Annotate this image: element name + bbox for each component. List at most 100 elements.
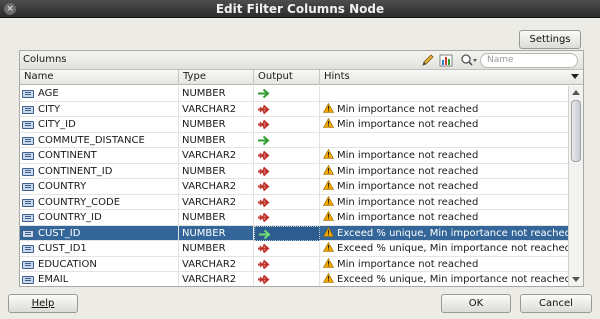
column-icon	[22, 167, 34, 176]
column-icon	[22, 245, 34, 253]
ignore-arrow-icon[interactable]	[257, 150, 271, 161]
table-row[interactable]: COMMUTE_DISTANCE NUMBER	[20, 132, 568, 148]
edit-filter-columns-dialog: × Edit Filter Columns Node Settings Colu…	[0, 0, 600, 319]
column-header-hints[interactable]: Hints	[320, 70, 568, 85]
table-row[interactable]: CUST_ID NUMBER Exceed % unique, Min import…	[20, 225, 568, 241]
cell-type: NUMBER	[179, 225, 254, 241]
cell-output[interactable]	[254, 210, 320, 225]
column-icon	[22, 121, 34, 129]
ok-button[interactable]: OK	[441, 294, 511, 313]
ignore-arrow-icon[interactable]	[257, 181, 271, 192]
cell-output[interactable]	[254, 272, 320, 286]
cell-column-name: CITY	[20, 101, 179, 117]
cell-column-name: COMMUTE_DISTANCE	[20, 132, 179, 148]
statistics-icon[interactable]	[438, 53, 454, 68]
columns-panel: Columns Name Name Type Output Hints AGE …	[19, 50, 584, 287]
settings-button[interactable]: Settings	[519, 30, 581, 49]
cell-hint: Min importance not reached	[320, 117, 568, 132]
table-row[interactable]: EMAIL VARCHAR2 Exceed % unique, Min import…	[20, 272, 568, 286]
cell-column-name: EMAIL	[20, 272, 179, 286]
warning-icon	[323, 211, 334, 221]
column-name-text: COUNTRY	[38, 181, 87, 192]
cell-output[interactable]	[254, 241, 320, 256]
hint-text: Min importance not reached	[337, 119, 479, 130]
table-row[interactable]: CITY VARCHAR2 Min importance not reached	[20, 101, 568, 117]
warning-icon	[323, 257, 334, 268]
hint-text: Exceed % unique, Min importance not reac…	[337, 274, 568, 285]
cell-type: VARCHAR2	[179, 194, 254, 210]
column-icon	[22, 214, 34, 222]
cell-output[interactable]	[254, 148, 320, 163]
hint-text: Exceed % unique, Min importance not reac…	[337, 227, 568, 239]
cell-output[interactable]	[254, 225, 320, 241]
cell-type: VARCHAR2	[179, 148, 254, 163]
cell-hint: Min importance not reached	[320, 164, 568, 179]
cell-output[interactable]	[254, 256, 320, 272]
table-row[interactable]: CITY_ID NUMBER Min importance not reached	[20, 117, 568, 133]
ignore-arrow-icon[interactable]	[257, 274, 271, 285]
ignore-arrow-icon[interactable]	[257, 259, 271, 270]
cell-output[interactable]	[254, 101, 320, 117]
table-row[interactable]: EDUCATION VARCHAR2 Min importance not reac…	[20, 256, 568, 272]
cell-output[interactable]	[254, 194, 320, 210]
cell-hint: Exceed % unique, Min importance not reac…	[320, 226, 568, 241]
warning-icon	[323, 149, 334, 159]
cell-hint: Min importance not reached	[320, 102, 568, 117]
cell-type: NUMBER	[179, 241, 254, 256]
columns-table-body: AGE NUMBER CITY VARCHAR2 Min importance not …	[20, 86, 568, 286]
cell-column-name: CONTINENT_ID	[20, 163, 179, 179]
column-icon	[22, 90, 34, 98]
cell-output[interactable]	[254, 163, 320, 179]
table-row[interactable]: CONTINENT_ID NUMBER Min importance not rea…	[20, 163, 568, 179]
ignore-arrow-icon[interactable]	[257, 197, 271, 208]
warning-icon	[323, 164, 334, 175]
column-name-text: EMAIL	[38, 274, 69, 285]
cell-output[interactable]	[254, 179, 320, 194]
table-row[interactable]: COUNTRY VARCHAR2 Min importance not reache…	[20, 179, 568, 195]
pencil-icon[interactable]	[420, 53, 436, 68]
search-icon[interactable]	[459, 53, 479, 68]
warning-icon	[323, 242, 334, 252]
column-name-text: CONTINENT_ID	[38, 165, 113, 177]
hint-text: Min importance not reached	[337, 165, 479, 177]
table-row[interactable]: CUST_ID1 NUMBER Exceed % unique, Min impor…	[20, 241, 568, 257]
search-input[interactable]: Name	[480, 53, 578, 68]
cell-hint: Min importance not reached	[320, 195, 568, 210]
ignore-arrow-icon[interactable]	[257, 119, 271, 130]
scroll-up-icon[interactable]	[572, 90, 580, 95]
hint-text: Min importance not reached	[337, 212, 479, 223]
ignore-arrow-icon[interactable]	[257, 212, 271, 223]
pass-through-arrow-icon[interactable]	[257, 88, 271, 99]
column-icon	[22, 105, 34, 114]
scroll-down-icon[interactable]	[572, 277, 580, 282]
cell-type: NUMBER	[179, 132, 254, 148]
cell-output[interactable]	[254, 132, 320, 148]
column-header-type[interactable]: Type	[179, 70, 254, 85]
cell-column-name: COUNTRY_ID	[20, 210, 179, 225]
cell-output[interactable]	[254, 117, 320, 132]
table-row[interactable]: COUNTRY_CODE VARCHAR2 Min importance not r…	[20, 194, 568, 210]
warning-icon	[323, 273, 334, 283]
pass-through-arrow-icon[interactable]	[258, 229, 272, 240]
scrollbar-thumb[interactable]	[571, 100, 581, 162]
vertical-scrollbar[interactable]	[568, 86, 583, 286]
cell-column-name: CUST_ID	[20, 225, 179, 241]
ignore-arrow-icon[interactable]	[257, 243, 271, 254]
cell-type: VARCHAR2	[179, 272, 254, 286]
cell-column-name: COUNTRY	[20, 179, 179, 194]
table-header: Name Type Output Hints	[20, 70, 583, 85]
column-header-output[interactable]: Output	[254, 70, 320, 85]
table-row[interactable]: CONTINENT VARCHAR2 Min importance not reac…	[20, 148, 568, 164]
table-row[interactable]: AGE NUMBER	[20, 86, 568, 102]
column-name-text: CITY_ID	[38, 119, 76, 130]
cancel-button[interactable]: Cancel	[520, 294, 592, 313]
ignore-arrow-icon[interactable]	[257, 104, 271, 115]
cell-output[interactable]	[254, 86, 320, 101]
column-menu-arrow-icon[interactable]	[571, 74, 579, 79]
help-button[interactable]: Help	[8, 294, 78, 313]
hint-text: Min importance not reached	[337, 258, 479, 270]
pass-through-arrow-icon[interactable]	[257, 135, 271, 146]
table-row[interactable]: COUNTRY_ID NUMBER Min importance not reach…	[20, 210, 568, 226]
column-header-name[interactable]: Name	[20, 70, 179, 85]
ignore-arrow-icon[interactable]	[257, 166, 271, 177]
